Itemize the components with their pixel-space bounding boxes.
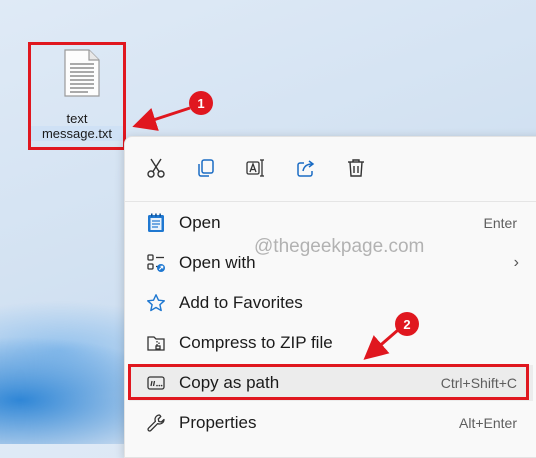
menu-item-add-to-favorites[interactable]: Add to Favorites [129, 285, 533, 321]
menu-item-label: Open with [179, 253, 256, 272]
menu-item-shortcut: Alt+Enter [459, 415, 517, 431]
open-with-icon [145, 252, 167, 274]
desktop-file-label: text message.txt [31, 111, 123, 141]
arrow-1 [132, 106, 191, 131]
menu-divider [125, 201, 536, 202]
copy-as-path-highlight-box [128, 364, 529, 400]
desktop-file-icon-text-message[interactable]: text message.txt [28, 42, 126, 150]
menu-item-properties[interactable]: Properties Alt+Enter [129, 405, 533, 441]
copy-button[interactable] [191, 153, 221, 183]
rename-button[interactable] [241, 153, 271, 183]
delete-button[interactable] [341, 153, 371, 183]
rename-icon [246, 159, 264, 177]
menu-item-label: Add to Favorites [179, 293, 303, 312]
context-menu-toolbar [125, 137, 536, 199]
delete-icon [348, 159, 364, 177]
text-file-icon [64, 49, 100, 97]
notepad-icon [145, 212, 167, 234]
star-icon [145, 292, 167, 314]
cut-icon [147, 158, 165, 178]
file-name-line1: text [66, 111, 88, 126]
menu-item-label: Open [179, 213, 221, 232]
context-menu: Open Enter Open with › Add to Favorites [124, 136, 536, 458]
menu-item-compress-zip[interactable]: Compress to ZIP file [129, 325, 533, 361]
watermark: @thegeekpage.com [254, 236, 425, 257]
wrench-icon [145, 412, 167, 434]
chevron-right-icon: › [513, 254, 519, 271]
step-marker-2: 2 [395, 312, 419, 336]
menu-item-label: Properties [179, 413, 257, 432]
copy-icon [198, 159, 214, 177]
share-button[interactable] [291, 153, 321, 183]
menu-item-shortcut: Enter [483, 215, 517, 231]
cut-button[interactable] [141, 153, 171, 183]
zip-folder-icon [145, 332, 167, 354]
file-name-line2: message.txt [31, 126, 123, 141]
step-marker-1: 1 [189, 91, 213, 115]
menu-item-label: Compress to ZIP file [179, 333, 333, 352]
share-icon [297, 160, 315, 177]
